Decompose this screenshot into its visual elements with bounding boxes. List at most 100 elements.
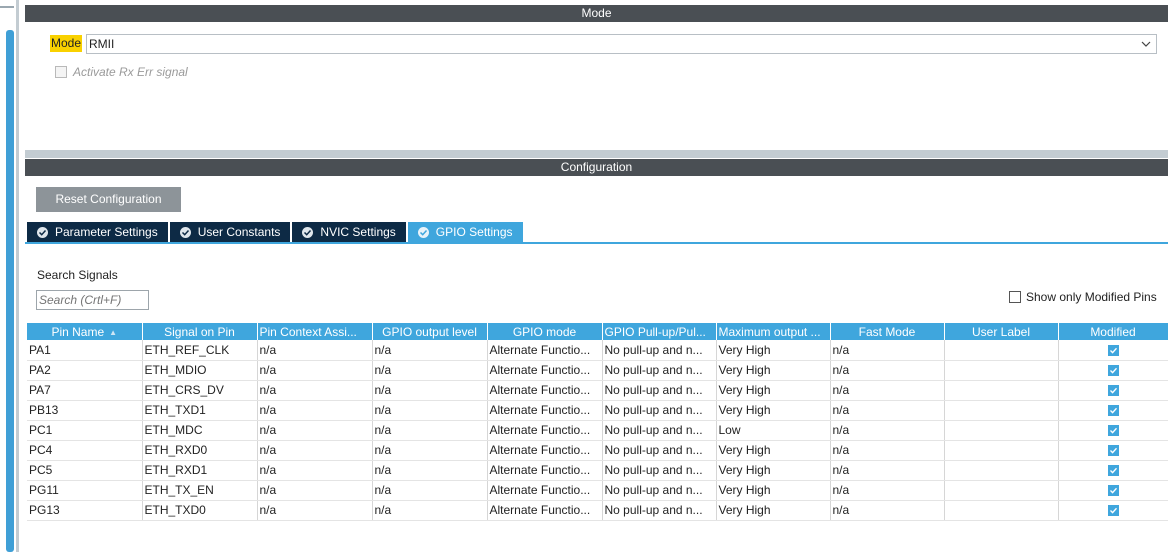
- column-header-fast-mode[interactable]: Fast Mode: [830, 323, 945, 340]
- column-header-user-label[interactable]: User Label: [944, 323, 1059, 340]
- cell-output-level: n/a: [372, 500, 488, 521]
- tab-user-constants[interactable]: User Constants: [169, 222, 291, 242]
- modified-check-icon: [1107, 425, 1119, 437]
- cell-pull: No pull-up and n...: [602, 340, 717, 361]
- cell-pin-context: n/a: [257, 360, 373, 381]
- tab-gpio-settings[interactable]: GPIO Settings: [407, 222, 523, 242]
- check-circle-icon: [37, 226, 48, 238]
- column-header-pull[interactable]: GPIO Pull-up/Pul...: [602, 323, 717, 340]
- cell-modified[interactable]: [1058, 360, 1168, 381]
- cell-user-label[interactable]: [944, 460, 1059, 481]
- reset-configuration-button[interactable]: Reset Configuration: [36, 187, 181, 212]
- cell-pin-name: PC4: [27, 440, 143, 461]
- cell-user-label[interactable]: [944, 500, 1059, 521]
- modified-check-icon: [1107, 385, 1119, 397]
- table-row[interactable]: PA2 ETH_MDIO n/a n/a Alternate Functio... No …: [27, 360, 1168, 381]
- cell-user-label[interactable]: [944, 340, 1059, 361]
- cell-max-output: Very High: [716, 480, 831, 501]
- tab-label: User Constants: [197, 225, 281, 239]
- cell-modified[interactable]: [1058, 380, 1168, 401]
- cell-pull: No pull-up and n...: [602, 500, 717, 521]
- column-header-output-level[interactable]: GPIO output level: [372, 323, 488, 340]
- cell-output-level: n/a: [372, 460, 488, 481]
- cell-output-level: n/a: [372, 420, 488, 441]
- mode-select[interactable]: RMII: [86, 34, 1157, 54]
- chevron-down-icon: [1141, 41, 1151, 47]
- cell-output-level: n/a: [372, 340, 488, 361]
- show-modified-label: Show only Modified Pins: [1026, 290, 1157, 304]
- mode-section-header: Mode: [25, 5, 1168, 22]
- cell-gpio-mode: Alternate Functio...: [487, 480, 603, 501]
- rx-err-checkbox[interactable]: [55, 66, 67, 78]
- cell-pin-context: n/a: [257, 400, 373, 421]
- cell-modified[interactable]: [1058, 460, 1168, 481]
- column-header-modified[interactable]: Modified: [1058, 323, 1168, 340]
- column-header-pin-name[interactable]: Pin Name ▲: [27, 323, 143, 340]
- column-header-gpio-mode[interactable]: GPIO mode: [487, 323, 603, 340]
- cell-max-output: Very High: [716, 360, 831, 381]
- tab-parameter-settings[interactable]: Parameter Settings: [27, 222, 168, 242]
- cell-pin-name: PG11: [27, 480, 143, 501]
- rx-err-option[interactable]: Activate Rx Err signal: [55, 64, 188, 80]
- cell-modified[interactable]: [1058, 420, 1168, 441]
- cell-signal: ETH_REF_CLK: [142, 340, 258, 361]
- mode-select-value: RMII: [89, 37, 115, 51]
- cell-fast-mode: n/a: [830, 380, 945, 401]
- check-circle-icon: [302, 226, 314, 238]
- show-modified-checkbox[interactable]: [1009, 291, 1021, 303]
- cell-fast-mode: n/a: [830, 460, 945, 481]
- cell-pin-name: PG13: [27, 500, 143, 521]
- modified-check-icon: [1107, 405, 1119, 417]
- search-signals-label: Search Signals: [37, 268, 118, 282]
- table-row[interactable]: PC5 ETH_RXD1 n/a n/a Alternate Functio... No …: [27, 460, 1168, 481]
- cell-fast-mode: n/a: [830, 420, 945, 441]
- table-row[interactable]: PC4 ETH_RXD0 n/a n/a Alternate Functio... No …: [27, 440, 1168, 461]
- cell-fast-mode: n/a: [830, 440, 945, 461]
- splitter-rail[interactable]: [16, 0, 19, 552]
- cell-output-level: n/a: [372, 440, 488, 461]
- column-header-max-output[interactable]: Maximum output ...: [716, 323, 831, 340]
- table-row[interactable]: PA1 ETH_REF_CLK n/a n/a Alternate Functio...…: [27, 340, 1168, 361]
- show-modified-option[interactable]: Show only Modified Pins: [1009, 289, 1157, 305]
- cell-max-output: Very High: [716, 380, 831, 401]
- table-row[interactable]: PB13 ETH_TXD1 n/a n/a Alternate Functio... No…: [27, 400, 1168, 421]
- left-panel-strip: [0, 0, 24, 552]
- column-header-pin-context[interactable]: Pin Context Assi...: [257, 323, 373, 340]
- cell-modified[interactable]: [1058, 400, 1168, 421]
- cell-user-label[interactable]: [944, 440, 1059, 461]
- cell-pull: No pull-up and n...: [602, 440, 717, 461]
- cell-fast-mode: n/a: [830, 400, 945, 421]
- cell-user-label[interactable]: [944, 420, 1059, 441]
- cell-signal: ETH_CRS_DV: [142, 380, 258, 401]
- cell-max-output: Very High: [716, 500, 831, 521]
- table-row[interactable]: PG11 ETH_TX_EN n/a n/a Alternate Functio... N…: [27, 480, 1168, 501]
- mode-panel: Mode RMII Activate Rx Err signal: [25, 22, 1168, 150]
- cell-user-label[interactable]: [944, 380, 1059, 401]
- check-circle-icon: [417, 226, 429, 238]
- modified-check-icon: [1107, 485, 1119, 497]
- cell-modified[interactable]: [1058, 340, 1168, 361]
- cell-max-output: Very High: [716, 460, 831, 481]
- search-signals-input[interactable]: [36, 290, 149, 310]
- cell-gpio-mode: Alternate Functio...: [487, 340, 603, 361]
- cell-user-label[interactable]: [944, 400, 1059, 421]
- tab-label: NVIC Settings: [320, 225, 396, 239]
- column-header-label: Pin Name: [51, 324, 105, 339]
- sort-ascending-icon: ▲: [109, 327, 118, 337]
- tab-nvic-settings[interactable]: NVIC Settings: [292, 222, 406, 242]
- left-scrollbar[interactable]: [6, 30, 14, 552]
- cell-max-output: Very High: [716, 400, 831, 421]
- table-row[interactable]: PC1 ETH_MDC n/a n/a Alternate Functio... No p…: [27, 420, 1168, 441]
- cell-user-label[interactable]: [944, 360, 1059, 381]
- cell-modified[interactable]: [1058, 480, 1168, 501]
- cell-user-label[interactable]: [944, 480, 1059, 501]
- table-row[interactable]: PG13 ETH_TXD0 n/a n/a Alternate Functio... No…: [27, 500, 1168, 521]
- column-header-signal[interactable]: Signal on Pin: [142, 323, 258, 340]
- section-splitter[interactable]: [25, 150, 1168, 158]
- cell-gpio-mode: Alternate Functio...: [487, 400, 603, 421]
- cell-modified[interactable]: [1058, 500, 1168, 521]
- cell-pin-name: PA2: [27, 360, 143, 381]
- cell-modified[interactable]: [1058, 440, 1168, 461]
- cell-pin-context: n/a: [257, 340, 373, 361]
- table-row[interactable]: PA7 ETH_CRS_DV n/a n/a Alternate Functio... N…: [27, 380, 1168, 401]
